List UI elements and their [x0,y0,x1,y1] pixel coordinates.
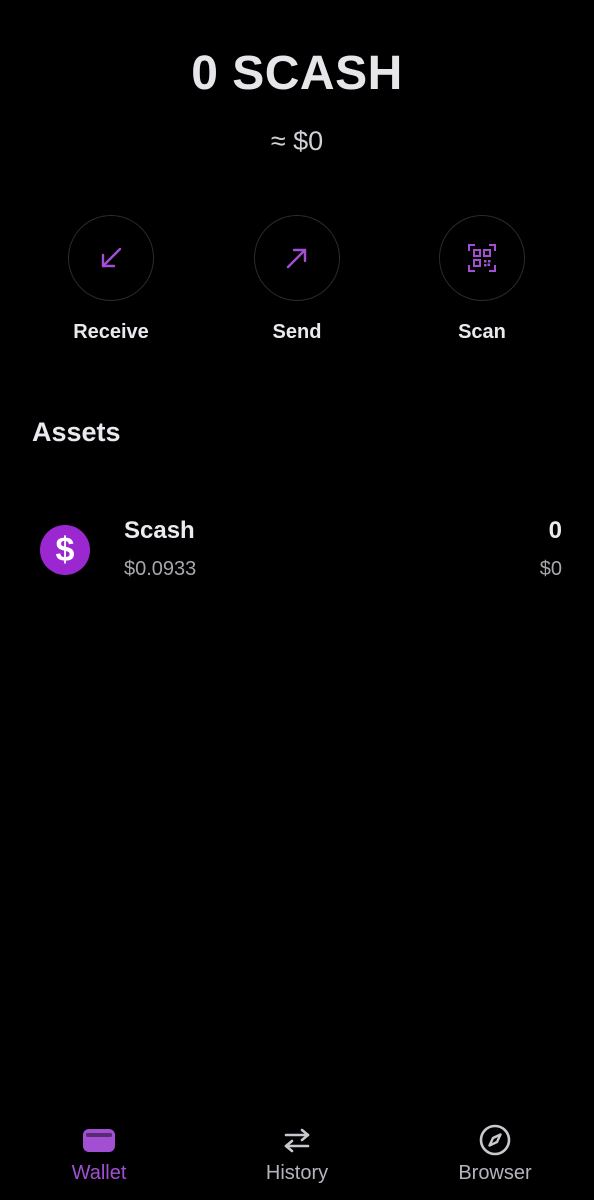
qr-scan-icon [468,244,496,272]
balance-amount: 0 SCASH [191,47,403,100]
action-bar: Receive Send Scan [0,215,594,355]
nav-wallet-label: Wallet [71,1162,127,1184]
scan-circle[interactable] [439,215,525,301]
swap-arrows-icon [284,1128,310,1153]
asset-value: $0 [539,558,562,580]
nav-history-label: History [265,1162,329,1184]
scash-coin-icon: $ [40,525,90,575]
assets-heading: Assets [32,417,121,447]
nav-browser[interactable]: Browser [425,1124,565,1185]
bottom-nav: Wallet History Browser [0,1110,594,1200]
receive-label: Receive [73,321,149,343]
send-button[interactable]: Send [232,215,362,344]
nav-wallet[interactable]: Wallet [29,1124,169,1185]
fiat-balance: ≈ $0 [270,126,324,156]
asset-amount: 0 [548,517,562,544]
asset-name: Scash [124,517,195,544]
scan-button[interactable]: Scan [417,215,547,344]
asset-row-scash[interactable]: $ Scash $0.0933 0 $0 [0,505,594,595]
receive-circle[interactable] [68,215,154,301]
nav-history[interactable]: History [227,1124,367,1185]
wallet-icon [83,1129,115,1152]
send-circle[interactable] [254,215,340,301]
send-label: Send [272,321,322,343]
asset-price: $0.0933 [124,558,197,580]
nav-browser-label: Browser [458,1162,532,1184]
compass-icon [479,1124,511,1156]
arrow-down-left-icon [101,247,122,268]
arrow-up-right-icon [286,248,307,269]
receive-button[interactable]: Receive [46,215,176,344]
scan-label: Scan [458,321,506,343]
